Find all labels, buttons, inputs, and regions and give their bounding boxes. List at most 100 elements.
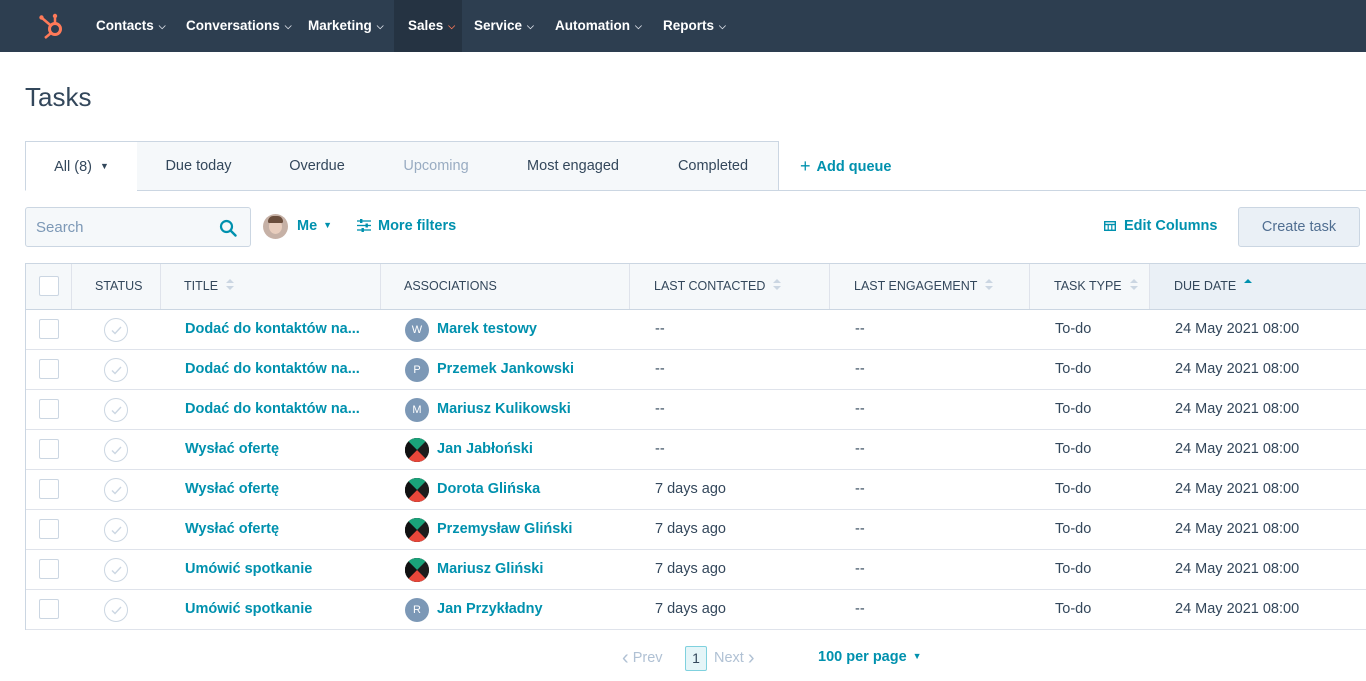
- association-link[interactable]: Mariusz Kulikowski: [437, 390, 571, 429]
- complete-task-toggle[interactable]: [104, 358, 128, 382]
- complete-task-toggle[interactable]: [104, 518, 128, 542]
- chevron-down-icon: ⌵: [284, 21, 292, 31]
- company-logo-icon: [405, 558, 429, 582]
- last-contacted-value: --: [655, 321, 665, 337]
- nav-sales[interactable]: Sales ⌵: [394, 0, 462, 52]
- column-header-task-type[interactable]: Task type: [1030, 264, 1150, 309]
- nav-contacts[interactable]: Contacts ⌵: [82, 0, 180, 52]
- table-row: Umówić spotkanie Mariusz Gliński 7 days ag…: [26, 550, 1366, 590]
- association-link[interactable]: Dorota Glińska: [437, 470, 540, 509]
- task-type-value: To-do: [1055, 481, 1092, 497]
- tab-all[interactable]: All (8) ▼: [25, 141, 138, 191]
- caret-down-icon: ▼: [323, 220, 333, 230]
- column-header-due-date[interactable]: Due date: [1150, 264, 1366, 309]
- due-date-value: 24 May 2021 08:00: [1175, 321, 1300, 337]
- search-icon[interactable]: [219, 219, 237, 237]
- tab-most-engaged[interactable]: Most engaged: [498, 141, 649, 191]
- chevron-down-icon: ⌵: [158, 21, 166, 31]
- association-link[interactable]: Mariusz Gliński: [437, 550, 543, 589]
- row-checkbox[interactable]: [39, 519, 59, 539]
- association-link[interactable]: Jan Jabłoński: [437, 430, 533, 469]
- nav-label: Reports: [663, 18, 715, 33]
- association-link[interactable]: Przemek Jankowski: [437, 350, 574, 389]
- column-header-label: Due date: [1174, 279, 1237, 293]
- task-title-link[interactable]: Dodać do kontaktów na...: [185, 390, 360, 429]
- search-input[interactable]: [36, 216, 206, 238]
- table-row: Dodać do kontaktów na... P Przemek Jankows…: [26, 350, 1366, 390]
- column-header-title[interactable]: Title: [160, 264, 381, 309]
- tab-upcoming[interactable]: Upcoming: [374, 141, 499, 191]
- complete-task-toggle[interactable]: [104, 478, 128, 502]
- due-date-value: 24 May 2021 08:00: [1175, 441, 1300, 457]
- complete-task-toggle[interactable]: [104, 318, 128, 342]
- task-title-link[interactable]: Wysłać ofertę: [185, 470, 279, 509]
- tab-overdue[interactable]: Overdue: [260, 141, 375, 191]
- task-title-link[interactable]: Dodać do kontaktów na...: [185, 350, 360, 389]
- per-page-dropdown[interactable]: 100 per page ▼: [818, 649, 922, 665]
- association-link[interactable]: Przemysław Gliński: [437, 510, 572, 549]
- task-type-value: To-do: [1055, 401, 1092, 417]
- nav-reports[interactable]: Reports ⌵: [649, 0, 740, 52]
- top-navigation: Contacts ⌵ Conversations ⌵ Marketing ⌵ Sale…: [0, 0, 1366, 52]
- avatar: [405, 518, 429, 542]
- task-type-value: To-do: [1055, 561, 1092, 577]
- chevron-right-icon: ›: [747, 647, 755, 669]
- hubspot-logo-icon[interactable]: [38, 12, 66, 40]
- checkmark-icon: [111, 326, 122, 335]
- tab-label: Completed: [677, 158, 749, 174]
- next-page-button[interactable]: Next ›: [714, 647, 755, 670]
- row-checkbox[interactable]: [39, 399, 59, 419]
- prev-page-button[interactable]: ‹ Prev: [622, 647, 663, 670]
- create-task-button[interactable]: Create task: [1238, 207, 1360, 247]
- task-type-value: To-do: [1055, 321, 1092, 337]
- tab-due-today[interactable]: Due today: [137, 141, 261, 191]
- row-checkbox[interactable]: [39, 319, 59, 339]
- nav-automation[interactable]: Automation ⌵: [541, 0, 656, 52]
- nav-label: Conversations: [186, 18, 280, 33]
- task-title-link[interactable]: Dodać do kontaktów na...: [185, 310, 360, 349]
- nav-conversations[interactable]: Conversations ⌵: [172, 0, 306, 52]
- avatar: P: [405, 358, 429, 382]
- task-title-link[interactable]: Wysłać ofertę: [185, 430, 279, 469]
- page-number-button[interactable]: 1: [685, 646, 707, 671]
- tab-label: Overdue: [289, 158, 345, 174]
- row-checkbox[interactable]: [39, 559, 59, 579]
- due-date-value: 24 May 2021 08:00: [1175, 361, 1300, 377]
- nav-marketing[interactable]: Marketing ⌵: [294, 0, 398, 52]
- row-checkbox[interactable]: [39, 359, 59, 379]
- association-link[interactable]: Jan Przykładny: [437, 590, 543, 629]
- column-header-last-contacted[interactable]: Last contacted: [630, 264, 830, 309]
- edit-columns-button[interactable]: Edit Columns: [1103, 218, 1217, 234]
- task-type-value: To-do: [1055, 441, 1092, 457]
- complete-task-toggle[interactable]: [104, 438, 128, 462]
- add-queue-button[interactable]: + Add queue: [800, 156, 891, 177]
- column-header-label: Status: [95, 279, 143, 293]
- complete-task-toggle[interactable]: [104, 398, 128, 422]
- sort-ascending-icon: [1244, 279, 1253, 291]
- task-type-value: To-do: [1055, 361, 1092, 377]
- complete-task-toggle[interactable]: [104, 558, 128, 582]
- column-header-last-engagement[interactable]: Last engagement: [830, 264, 1030, 309]
- select-all-cell: [26, 264, 72, 309]
- row-checkbox[interactable]: [39, 599, 59, 619]
- task-title-link[interactable]: Wysłać ofertę: [185, 510, 279, 549]
- association-link[interactable]: Marek testowy: [437, 310, 537, 349]
- row-checkbox[interactable]: [39, 439, 59, 459]
- last-contacted-value: 7 days ago: [655, 601, 726, 617]
- caret-down-icon: ▼: [912, 651, 922, 661]
- task-title-link[interactable]: Umówić spotkanie: [185, 590, 312, 629]
- caret-down-icon: ▼: [99, 161, 109, 171]
- nav-service[interactable]: Service ⌵: [460, 0, 548, 52]
- table-row: Dodać do kontaktów na... W Marek testowy --…: [26, 310, 1366, 350]
- tab-completed[interactable]: Completed: [648, 141, 779, 191]
- last-contacted-value: 7 days ago: [655, 481, 726, 497]
- select-all-checkbox[interactable]: [39, 276, 59, 296]
- last-engagement-value: --: [855, 441, 865, 457]
- search-box: [25, 207, 251, 247]
- filter-sliders-icon: [357, 219, 371, 232]
- task-title-link[interactable]: Umówić spotkanie: [185, 550, 312, 589]
- avatar: [405, 558, 429, 582]
- more-filters-button[interactable]: More filters: [357, 218, 456, 234]
- complete-task-toggle[interactable]: [104, 598, 128, 622]
- row-checkbox[interactable]: [39, 479, 59, 499]
